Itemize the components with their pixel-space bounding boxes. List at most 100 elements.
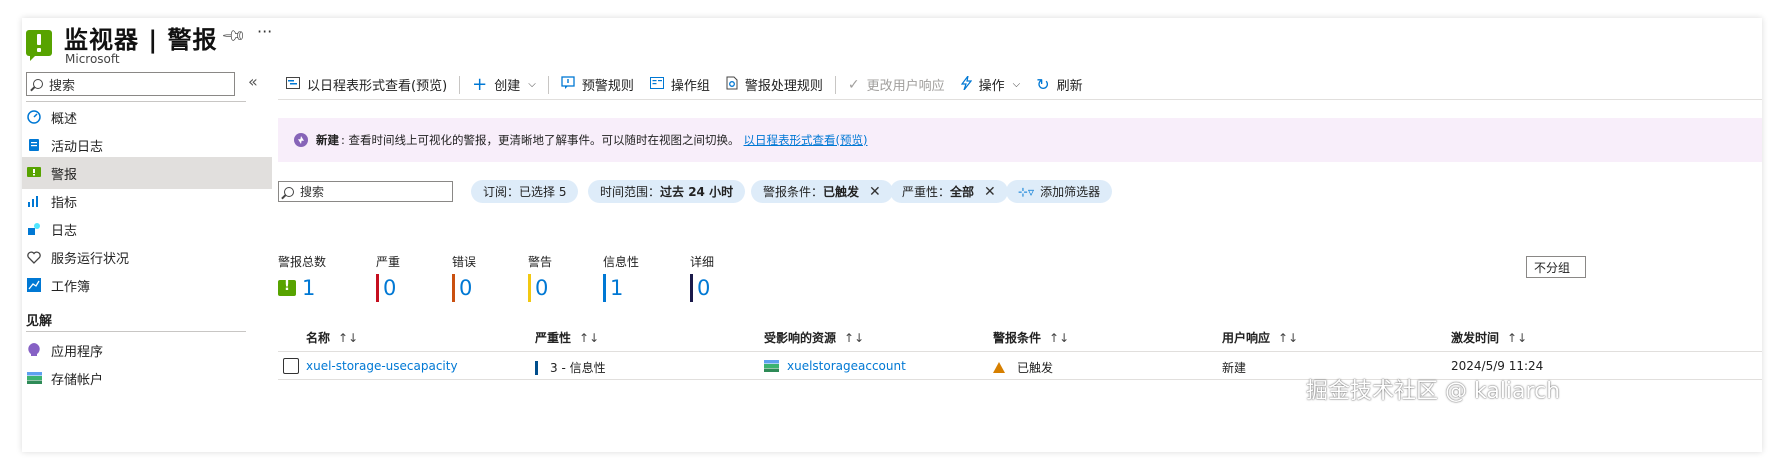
add-filter-button[interactable]: ⊹▿ 添加筛选器 (1006, 180, 1113, 203)
summary-count: 0 (383, 276, 397, 300)
sidebar-item-label: 服务运行状况 (51, 251, 130, 267)
row-checkbox[interactable] (283, 358, 299, 374)
alert-condition-filter-pill[interactable]: 警报条件： 已触发 ✕ (751, 180, 893, 203)
group-by-select[interactable]: 不分组 (1526, 256, 1586, 278)
column-header-severity[interactable]: 严重性 ↑↓ (535, 329, 599, 346)
lightning-icon (960, 75, 972, 94)
severity-bar (535, 360, 538, 375)
summary-label: 警报总数 (278, 255, 327, 269)
summary-label: 详细 (690, 255, 715, 269)
more-button[interactable]: ··· (257, 22, 272, 41)
severity-filter-pill[interactable]: 严重性： 全部 ✕ (890, 180, 1008, 203)
subscription-filter-pill[interactable]: 订阅： 已选择 5 (471, 180, 579, 203)
fired-time-cell: 2024/5/9 11:24 (1451, 359, 1544, 373)
rule-icon (561, 75, 575, 94)
banner-new-label: 新建 (316, 133, 339, 147)
sidebar: 搜索 « 概述 活动日志 警报 指标 日志 服务运行状况 工作簿 见解 应用程序… (22, 70, 272, 452)
column-label: 严重性 (535, 331, 572, 345)
action-groups-label: 操作组 (670, 79, 710, 94)
page-title: 监视器 | 警报 (64, 26, 218, 54)
refresh-label: 刷新 (1056, 79, 1083, 94)
sort-icon: ↑↓ (338, 331, 359, 345)
action-groups-button[interactable]: 操作组 (642, 70, 718, 100)
user-response-cell: 新建 (1222, 361, 1247, 375)
resource-name: xuelstorageaccount (787, 359, 906, 373)
banner-timeline-link[interactable]: 以日程表形式查看(预览) (744, 132, 868, 148)
overview-icon (26, 109, 42, 125)
summary-critical[interactable]: 严重 0 (376, 253, 400, 302)
column-header-name[interactable]: 名称 ↑↓ (306, 329, 358, 346)
refresh-button[interactable]: ↻ 刷新 (1028, 70, 1090, 100)
page-subtitle: Microsoft (65, 52, 120, 66)
filter-key: 警报条件： (763, 185, 824, 199)
remove-filter-icon[interactable]: ✕ (869, 184, 881, 200)
banner-text: : 查看时间线上可视化的警报，更清晰地了解事件。可以随时在视图之间切换。 (341, 133, 740, 147)
column-header-condition[interactable]: 警报条件 ↑↓ (993, 329, 1069, 346)
checkmark-icon: ✓ (847, 76, 860, 93)
alert-summary: 警报总数 1 严重 0 错误 0 警告 0 信息性 1 详细 0 (278, 253, 1078, 303)
severity-bar (603, 274, 606, 302)
sidebar-divider (26, 331, 246, 332)
action-group-icon (649, 76, 664, 93)
summary-warning[interactable]: 警告 0 (528, 253, 552, 302)
timeline-view-button[interactable]: 以日程表形式查看(预览) (278, 70, 455, 100)
alert-rules-button[interactable]: 预警规则 (553, 70, 642, 100)
toolbar-divider (547, 75, 549, 94)
summary-label: 错误 (452, 255, 477, 269)
filter-value: 全部 (950, 185, 975, 199)
summary-count: 0 (535, 276, 549, 300)
actions-button[interactable]: 操作 ⌵ (953, 70, 1029, 100)
column-label: 受影响的资源 (764, 331, 837, 345)
create-button[interactable]: + 创建 ⌵ (464, 70, 544, 100)
toolbar-divider (459, 75, 461, 94)
sidebar-section-insights: 见解 (26, 314, 53, 329)
summary-error[interactable]: 错误 0 (452, 253, 476, 302)
alert-icon (278, 279, 296, 296)
app-insights-icon (26, 342, 42, 358)
summary-count: 0 (697, 276, 711, 300)
warning-icon (993, 362, 1005, 373)
column-label: 警报条件 (993, 331, 1042, 345)
sidebar-item-storage-accounts[interactable]: 存储帐户 (22, 362, 272, 394)
alert-search-input[interactable]: 搜索 (278, 181, 453, 202)
sidebar-search-input[interactable]: 搜索 (26, 72, 235, 96)
severity-value: 3 - 信息性 (550, 361, 606, 375)
summary-total[interactable]: 警报总数 1 (278, 253, 326, 302)
search-icon (284, 186, 294, 197)
time-range-filter-pill[interactable]: 时间范围： 过去 24 小时 (588, 180, 746, 203)
table-header: 名称 ↑↓ 严重性 ↑↓ 受影响的资源 ↑↓ 警报条件 ↑↓ 用户响应 ↑↓ 激发时间 ↑↓ (278, 322, 1762, 352)
processing-rules-button[interactable]: 警报处理规则 (718, 70, 831, 100)
search-icon (33, 79, 43, 89)
summary-verbose[interactable]: 详细 0 (690, 253, 714, 302)
summary-count: 1 (302, 276, 316, 300)
alert-search-placeholder: 搜索 (300, 185, 325, 199)
change-user-response-button[interactable]: ✓ 更改用户响应 (840, 70, 953, 100)
collapse-sidebar-button[interactable]: « (248, 72, 258, 91)
command-bar: 以日程表形式查看(预览) + 创建 ⌵ 预警规则 操作组 警报处理规则 ✓ 更改… (278, 70, 1762, 100)
column-header-resource[interactable]: 受影响的资源 ↑↓ (764, 329, 864, 346)
sort-icon: ↑↓ (579, 331, 600, 345)
alert-icon (26, 30, 52, 61)
column-header-user-response[interactable]: 用户响应 ↑↓ (1222, 329, 1298, 346)
toolbar-divider (834, 75, 836, 94)
processing-rule-icon (726, 76, 738, 94)
sidebar-item-label: 存储帐户 (51, 372, 104, 388)
sidebar-search-placeholder: 搜索 (49, 78, 76, 94)
activity-log-icon (26, 137, 42, 153)
sidebar-item-workbooks[interactable]: 工作簿 (22, 269, 272, 301)
filter-value: 过去 24 小时 (660, 185, 734, 199)
remove-filter-icon[interactable]: ✕ (984, 184, 996, 200)
summary-label: 警告 (528, 255, 553, 269)
summary-count: 1 (610, 276, 624, 300)
summary-informational[interactable]: 信息性 1 (603, 253, 639, 302)
column-label: 激发时间 (1451, 331, 1500, 345)
summary-label: 信息性 (603, 255, 640, 269)
pin-icon[interactable]: 📌︎ (220, 22, 248, 50)
resource-link[interactable]: xuelstorageaccount (764, 359, 906, 373)
condition-value: 已触发 (1017, 361, 1054, 375)
sidebar-item-label: 日志 (51, 223, 78, 239)
alert-name-link[interactable]: xuel-storage-usecapacity (306, 359, 458, 373)
chevron-down-icon: ⌵ (528, 79, 536, 90)
summary-count: 0 (459, 276, 473, 300)
column-header-fired-time[interactable]: 激发时间 ↑↓ (1451, 329, 1527, 346)
